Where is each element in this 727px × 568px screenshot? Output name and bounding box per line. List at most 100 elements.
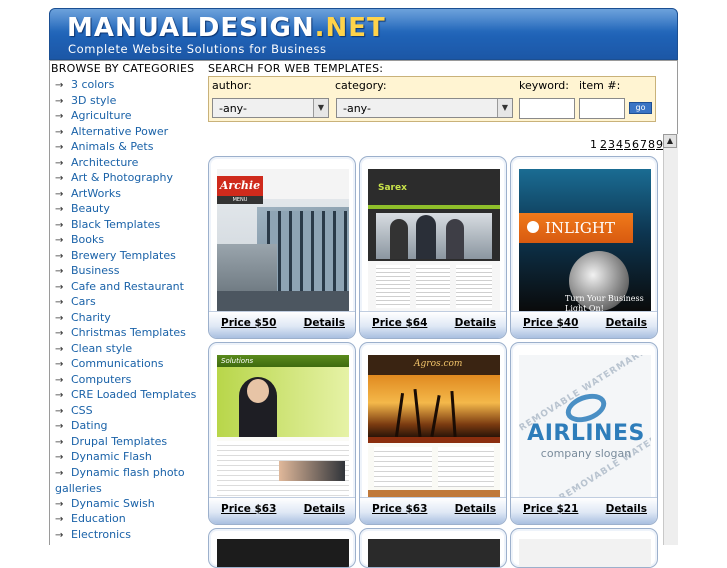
category-link[interactable]: Computers xyxy=(71,373,131,386)
category-item[interactable]: → Dynamic flash photo galleries xyxy=(55,465,205,496)
category-select[interactable]: -any- ▼ xyxy=(336,98,513,118)
category-item[interactable]: → Animals & Pets xyxy=(55,139,205,155)
price-link[interactable]: Price $64 xyxy=(372,317,427,329)
template-card[interactable]: Agros.com Price $63 Details xyxy=(359,342,507,525)
category-link[interactable]: Dating xyxy=(71,419,108,432)
go-button[interactable]: go xyxy=(629,102,652,114)
template-card[interactable]: REMOVABLE WATERMARK REMOVABLE WATERMARK … xyxy=(510,342,658,525)
price-link[interactable]: Price $63 xyxy=(372,503,427,515)
category-link[interactable]: Cars xyxy=(71,295,96,308)
category-link[interactable]: Agriculture xyxy=(71,109,132,122)
category-link[interactable]: Black Templates xyxy=(71,218,160,231)
category-item[interactable]: → CSS xyxy=(55,403,205,419)
category-link[interactable]: Architecture xyxy=(71,156,138,169)
category-item[interactable]: → ArtWorks xyxy=(55,186,205,202)
category-link[interactable]: Electronics xyxy=(71,528,131,541)
page-link[interactable]: 2 xyxy=(600,138,607,151)
template-thumbnail[interactable]: Agros.com xyxy=(368,355,500,498)
template-thumbnail[interactable]: Sarex xyxy=(368,169,500,312)
site-logo[interactable]: MANUALDESIGN.NET xyxy=(67,13,386,43)
details-link[interactable]: Details xyxy=(304,317,345,329)
chevron-down-icon[interactable]: ▼ xyxy=(497,99,512,117)
template-thumbnail[interactable] xyxy=(368,539,500,567)
template-thumbnail[interactable] xyxy=(217,539,349,567)
category-link[interactable]: Education xyxy=(71,512,126,525)
price-link[interactable]: Price $50 xyxy=(221,317,276,329)
category-item[interactable]: → Dynamic Flash xyxy=(55,449,205,465)
category-item[interactable]: → Business xyxy=(55,263,205,279)
author-select[interactable]: -any- ▼ xyxy=(212,98,329,118)
page-link[interactable]: 4 xyxy=(616,138,623,151)
category-item[interactable]: → Brewery Templates xyxy=(55,248,205,264)
details-link[interactable]: Details xyxy=(455,317,496,329)
category-link[interactable]: CRE Loaded Templates xyxy=(71,388,196,401)
template-thumbnail[interactable]: INLIGHT Turn Your Business Light On! xyxy=(519,169,651,312)
category-link[interactable]: Dynamic flash photo galleries xyxy=(55,466,185,496)
category-item[interactable]: → Books xyxy=(55,232,205,248)
chevron-down-icon[interactable]: ▼ xyxy=(313,99,328,117)
category-link[interactable]: Drupal Templates xyxy=(71,435,167,448)
details-link[interactable]: Details xyxy=(455,503,496,515)
page-link[interactable]: 5 xyxy=(624,138,631,151)
category-item[interactable]: → Architecture xyxy=(55,155,205,171)
page-link[interactable]: 9 xyxy=(656,138,663,151)
category-item[interactable]: → Education xyxy=(55,511,205,527)
category-link[interactable]: 3D style xyxy=(71,94,116,107)
page-link[interactable]: 3 xyxy=(608,138,615,151)
category-link[interactable]: Cafe and Restaurant xyxy=(71,280,184,293)
category-link[interactable]: Charity xyxy=(71,311,111,324)
category-item[interactable]: → 3 colors xyxy=(55,77,205,93)
template-thumbnail[interactable]: Archie MENU xyxy=(217,169,349,312)
template-card[interactable]: INLIGHT Turn Your Business Light On! Pri… xyxy=(510,156,658,339)
template-card[interactable]: Archie MENU Price $50 Details xyxy=(208,156,356,339)
template-card[interactable] xyxy=(510,528,658,568)
category-item[interactable]: → Cafe and Restaurant xyxy=(55,279,205,295)
category-link[interactable]: Alternative Power xyxy=(71,125,168,138)
template-card[interactable] xyxy=(359,528,507,568)
details-link[interactable]: Details xyxy=(606,317,647,329)
details-link[interactable]: Details xyxy=(606,503,647,515)
category-item[interactable]: → Communications xyxy=(55,356,205,372)
price-link[interactable]: Price $40 xyxy=(523,317,578,329)
page-link[interactable]: 6 xyxy=(632,138,639,151)
category-item[interactable]: → Beauty xyxy=(55,201,205,217)
category-item[interactable]: → Cars xyxy=(55,294,205,310)
scroll-up-arrow-icon[interactable]: ▲ xyxy=(663,134,677,148)
category-item[interactable]: → Dynamic Swish xyxy=(55,496,205,512)
category-link[interactable]: CSS xyxy=(71,404,93,417)
category-link[interactable]: Communications xyxy=(71,357,163,370)
category-item[interactable]: → Dating xyxy=(55,418,205,434)
category-item[interactable]: → Computers xyxy=(55,372,205,388)
scrollbar[interactable] xyxy=(663,134,678,545)
template-card[interactable]: Solutions Price $63 Details xyxy=(208,342,356,525)
keyword-input[interactable] xyxy=(519,98,575,119)
template-thumbnail[interactable] xyxy=(519,539,651,567)
template-card[interactable]: Sarex Price $64 Details xyxy=(359,156,507,339)
category-link[interactable]: Christmas Templates xyxy=(71,326,186,339)
category-item[interactable]: → 3D style xyxy=(55,93,205,109)
category-link[interactable]: Brewery Templates xyxy=(71,249,176,262)
template-thumbnail[interactable]: Solutions xyxy=(217,355,349,498)
category-item[interactable]: → CRE Loaded Templates xyxy=(55,387,205,403)
category-item[interactable]: → Clean style xyxy=(55,341,205,357)
category-link[interactable]: ArtWorks xyxy=(71,187,121,200)
category-item[interactable]: → Agriculture xyxy=(55,108,205,124)
category-item[interactable]: → Black Templates xyxy=(55,217,205,233)
category-item[interactable]: → Christmas Templates xyxy=(55,325,205,341)
category-link[interactable]: Dynamic Swish xyxy=(71,497,155,510)
category-link[interactable]: Business xyxy=(71,264,120,277)
item-number-input[interactable] xyxy=(579,98,625,119)
template-thumbnail[interactable]: REMOVABLE WATERMARK REMOVABLE WATERMARK … xyxy=(519,355,651,498)
category-link[interactable]: Beauty xyxy=(71,202,110,215)
category-link[interactable]: Clean style xyxy=(71,342,132,355)
template-card[interactable] xyxy=(208,528,356,568)
price-link[interactable]: Price $63 xyxy=(221,503,276,515)
price-link[interactable]: Price $21 xyxy=(523,503,578,515)
category-link[interactable]: Dynamic Flash xyxy=(71,450,152,463)
page-link[interactable]: 8 xyxy=(648,138,655,151)
category-link[interactable]: Animals & Pets xyxy=(71,140,153,153)
category-link[interactable]: Books xyxy=(71,233,104,246)
category-item[interactable]: → Charity xyxy=(55,310,205,326)
category-link[interactable]: Art & Photography xyxy=(71,171,173,184)
category-item[interactable]: → Art & Photography xyxy=(55,170,205,186)
